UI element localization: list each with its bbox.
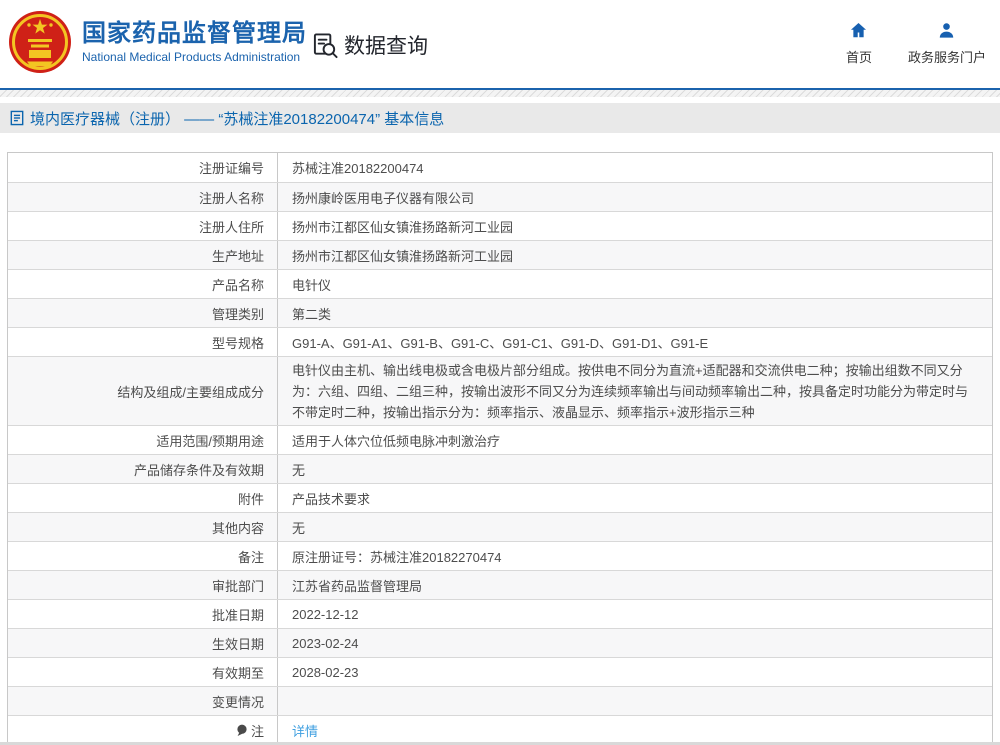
table-row: 注册证编号 苏械注准20182200474	[8, 153, 992, 182]
data-query-section[interactable]: 数据查询	[312, 30, 428, 60]
row-label: 生效日期	[8, 629, 278, 657]
page: 国家药品监督管理局 National Medical Products Admi…	[0, 0, 1000, 745]
row-value: 扬州康岭医用电子仪器有限公司	[292, 190, 475, 206]
breadcrumb-text: 境内医疗器械（注册） —— “苏械注准20182200474” 基本信息	[30, 110, 445, 128]
row-label: 审批部门	[8, 571, 278, 599]
row-label: 注	[8, 716, 278, 744]
table-row: 型号规格 G91-A、G91-A1、G91-B、G91-C、G91-C1、G91-…	[8, 327, 992, 356]
registration-table: 注册证编号 苏械注准20182200474 注册人名称 扬州康岭医用电子仪器有限公司注…	[7, 152, 993, 745]
site-title: 国家药品监督管理局	[82, 19, 307, 47]
table-row: 产品储存条件及有效期无	[8, 454, 992, 483]
nav-portal-label: 政务服务门户	[907, 50, 986, 65]
hatch-band	[0, 90, 1000, 97]
header: 国家药品监督管理局 National Medical Products Admi…	[0, 0, 1000, 88]
row-label: 批准日期	[8, 600, 278, 628]
nav-home[interactable]: 首页	[846, 21, 872, 66]
row-value: 2028-02-23	[292, 664, 359, 680]
row-value: 苏械注准20182200474	[292, 161, 424, 176]
top-nav: 首页 政务服务门户	[846, 21, 986, 66]
row-value: 无	[292, 520, 306, 536]
row-label: 变更情况	[8, 687, 278, 715]
site-subtitle: National Medical Products Administration	[82, 50, 301, 65]
row-label: 附件	[8, 484, 278, 512]
table-row: 注详情	[8, 715, 992, 744]
row-value: 无	[292, 462, 306, 478]
row-label: 注册人名称	[8, 183, 278, 211]
table-row: 产品名称 电针仪	[8, 269, 992, 298]
speech-bubble-icon	[236, 724, 248, 737]
nmpa-logo[interactable]: 国家药品监督管理局 National Medical Products Admi…	[8, 9, 307, 75]
table-row: 生效日期 2023-02-24	[8, 628, 992, 657]
table-row: 生产地址 扬州市江都区仙女镇淮扬路新河工业园	[8, 240, 992, 269]
row-value: 扬州市江都区仙女镇淮扬路新河工业园	[292, 248, 514, 264]
row-value: 原注册证号：苏械注准20182270474	[292, 549, 502, 565]
row-value: 第二类	[292, 306, 332, 322]
row-value: G91-A、G91-A1、G91-B、G91-C、G91-C1、G91-D、G9…	[292, 335, 709, 351]
table-row: 备注 原注册证号：苏械注准20182270474	[8, 541, 992, 570]
table-row: 适用范围/预期用途 适用于人体穴位低频电脉冲刺激治疗	[8, 425, 992, 454]
table-row: 批准日期 2022-12-12	[8, 599, 992, 628]
nav-home-label: 首页	[845, 50, 872, 65]
row-label: 其他内容	[8, 513, 278, 541]
row-value: 详情	[278, 716, 992, 744]
table-row: 审批部门 江苏省药品监督管理局	[8, 570, 992, 599]
table-row: 附件 产品技术要求	[8, 483, 992, 512]
row-label: 备注	[8, 542, 278, 570]
row-value: 产品技术要求	[292, 491, 371, 507]
row-label: 有效期至	[8, 658, 278, 686]
doc-search-icon	[312, 32, 339, 59]
row-value: 2022-12-12	[292, 606, 359, 622]
row-label: 产品储存条件及有效期	[8, 455, 278, 483]
national-emblem-icon	[8, 9, 72, 75]
row-value: 适用于人体穴位低频电脉冲刺激治疗	[292, 433, 501, 449]
row-value: 2023-02-24	[292, 635, 359, 651]
row-label: 适用范围/预期用途	[8, 426, 278, 454]
breadcrumb: 境内医疗器械（注册） —— “苏械注准20182200474” 基本信息	[0, 103, 1000, 133]
row-value: 江苏省药品监督管理局	[292, 578, 423, 594]
row-value: 电针仪	[292, 277, 332, 293]
table-row: 变更情况	[8, 686, 992, 715]
table-row: 注册人住所 扬州市江都区仙女镇淮扬路新河工业园	[8, 211, 992, 240]
row-label: 结构及组成/主要组成成分	[8, 357, 278, 425]
detail-link[interactable]: 详情	[292, 721, 318, 740]
row-label: 生产地址	[8, 241, 278, 269]
row-label: 型号规格	[8, 328, 278, 356]
user-icon	[937, 21, 956, 40]
home-icon	[849, 21, 868, 40]
row-label: 注册证编号	[8, 153, 278, 182]
table-row: 注册人名称 扬州康岭医用电子仪器有限公司	[8, 182, 992, 211]
table-row: 其他内容无	[8, 512, 992, 541]
logo-text: 国家药品监督管理局 National Medical Products Admi…	[82, 20, 307, 65]
data-query-label: 数据查询	[344, 35, 428, 58]
row-value: 扬州市江都区仙女镇淮扬路新河工业园	[292, 219, 514, 235]
row-value: 电针仪由主机、输出线电极或含电极片部分组成。按供电不同分为直流+适配器和交流供电…	[292, 362, 969, 420]
row-label: 注册人住所	[8, 212, 278, 240]
table-row: 有效期至 2028-02-23	[8, 657, 992, 686]
nav-portal[interactable]: 政务服务门户	[908, 21, 986, 66]
doc-icon	[10, 110, 24, 126]
table-row: 管理类别 第二类	[8, 298, 992, 327]
row-label: 产品名称	[8, 270, 278, 298]
table-row: 结构及组成/主要组成成分 电针仪由主机、输出线电极或含电极片部分组成。按供电不同分…	[8, 356, 992, 425]
row-value	[278, 687, 992, 715]
row-label: 管理类别	[8, 299, 278, 327]
